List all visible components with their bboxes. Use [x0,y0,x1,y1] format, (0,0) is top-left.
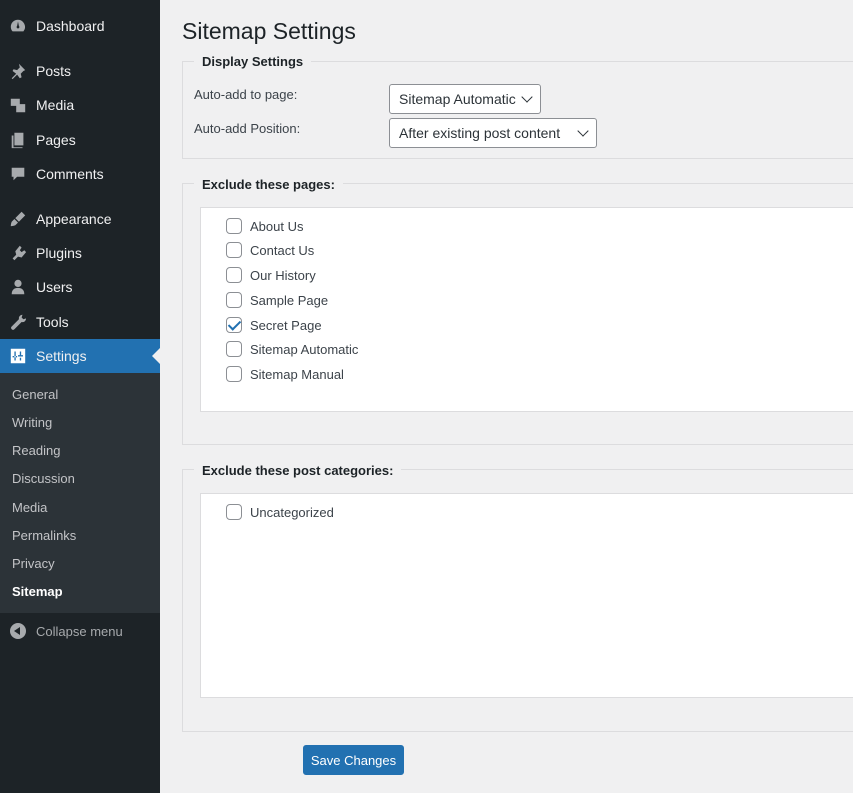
menu-item-appearance[interactable]: Appearance [0,202,160,236]
auto-add-page-value: Sitemap Automatic [399,91,516,107]
page-title: Sitemap Settings [182,18,356,44]
menu-item-media[interactable]: Media [0,88,160,122]
wrench-icon [0,313,36,331]
chevron-down-icon [577,125,589,137]
auto-add-page-select[interactable]: Sitemap Automatic [389,84,541,114]
category-checkbox[interactable] [226,504,242,520]
category-checkbox-row[interactable]: Uncategorized [226,504,334,520]
page-checkbox-label: Our History [250,267,316,283]
menu-label: Media [36,97,75,113]
display-settings-legend: Display Settings [194,54,312,69]
auto-add-position-select[interactable]: After existing post content [389,118,597,148]
page-checkbox[interactable] [226,242,242,258]
menu-item-tools[interactable]: Tools [0,305,160,339]
submenu-item-writing[interactable]: Writing [12,415,52,430]
exclude-pages-list: About Us Contact Us Our History Sample P… [200,207,853,412]
submenu-item-reading[interactable]: Reading [12,443,60,458]
submenu-item-privacy[interactable]: Privacy [12,556,55,571]
page-checkbox-label: Sample Page [250,292,329,308]
pages-icon [0,131,36,149]
category-checkbox-label: Uncategorized [250,504,334,520]
page-checkbox-row[interactable]: Sample Page [226,292,328,308]
collapse-icon [0,623,36,639]
page-checkbox-checked[interactable] [226,317,242,333]
page-checkbox-row[interactable]: Secret Page [226,317,322,333]
page-checkbox-label: Sitemap Manual [250,366,344,382]
page-checkbox-row[interactable]: Our History [226,267,316,283]
user-icon [0,278,36,296]
menu-label: Pages [36,132,76,148]
menu-item-pages[interactable]: Pages [0,123,160,157]
exclude-pages-legend: Exclude these pages: [194,177,343,192]
auto-add-position-value: After existing post content [399,125,561,141]
menu-label: Tools [36,314,69,330]
submenu-item-permalinks[interactable]: Permalinks [12,528,76,543]
comment-icon [0,165,36,183]
collapse-menu-button[interactable]: Collapse menu [0,618,160,644]
chevron-down-icon [521,91,533,103]
submenu-item-sitemap[interactable]: Sitemap [12,584,63,599]
dashboard-icon [0,17,36,35]
menu-item-dashboard[interactable]: Dashboard [0,9,160,43]
menu-label: Plugins [36,245,82,261]
collapse-label: Collapse menu [36,623,123,639]
menu-item-comments[interactable]: Comments [0,157,160,191]
auto-add-page-label: Auto-add to page: [194,87,298,102]
page-checkbox-row[interactable]: Contact Us [226,242,314,258]
menu-item-settings[interactable]: Settings [0,339,160,373]
page-checkbox-label: Contact Us [250,242,315,258]
page-checkbox-label: Secret Page [250,317,322,333]
menu-item-plugins[interactable]: Plugins [0,236,160,270]
media-icon [0,96,36,114]
brush-icon [0,210,36,228]
save-changes-button[interactable]: Save Changes [303,745,404,775]
menu-label: Appearance [36,211,112,227]
page-checkbox-label: About Us [250,218,304,234]
submenu-item-discussion[interactable]: Discussion [12,471,75,486]
menu-label: Dashboard [36,18,105,34]
page-checkbox-row[interactable]: Sitemap Manual [226,366,344,382]
menu-item-users[interactable]: Users [0,270,160,304]
page-checkbox[interactable] [226,292,242,308]
page-checkbox[interactable] [226,218,242,234]
page-checkbox-row[interactable]: About Us [226,218,303,234]
exclude-categories-legend: Exclude these post categories: [194,463,402,478]
page-checkbox[interactable] [226,341,242,357]
pin-icon [0,62,36,80]
page-checkbox[interactable] [226,267,242,283]
settings-submenu: General Writing Reading Discussion Media… [0,373,160,613]
page-checkbox-row[interactable]: Sitemap Automatic [226,341,358,357]
submenu-item-media[interactable]: Media [12,500,47,515]
auto-add-position-label: Auto-add Position: [194,121,301,136]
menu-item-posts[interactable]: Posts [0,54,160,88]
exclude-categories-list: Uncategorized [200,493,853,698]
plugin-icon [0,244,36,262]
admin-sidebar: Dashboard Posts Media Pages Comments App… [0,0,160,793]
page-checkbox[interactable] [226,366,242,382]
submenu-item-general[interactable]: General [12,387,58,402]
menu-label: Settings [36,348,87,364]
menu-label: Users [36,279,73,295]
page-checkbox-label: Sitemap Automatic [250,341,359,357]
menu-label: Comments [36,166,104,182]
menu-label: Posts [36,63,72,79]
settings-icon [0,347,36,365]
